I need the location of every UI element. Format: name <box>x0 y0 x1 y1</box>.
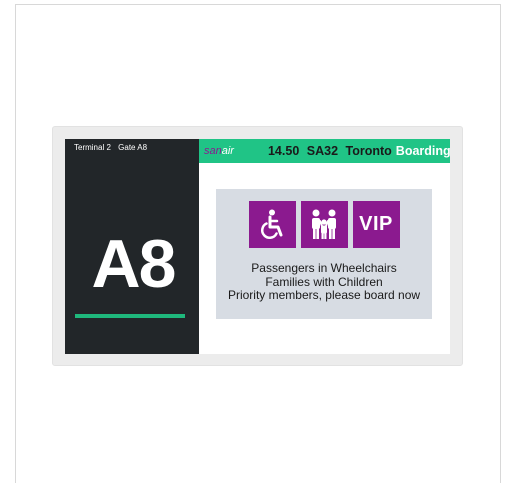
priority-icon-row: VIP <box>216 201 432 248</box>
family-icon <box>312 209 336 239</box>
gate-display-screen: Terminal 2 Gate A8 A8 sanair 14.50 SA32 … <box>65 139 451 354</box>
destination: Toronto <box>345 144 392 158</box>
wheelchair-tile <box>248 201 296 248</box>
vip-badge: VIP <box>352 201 400 248</box>
gate-panel: Terminal 2 Gate A8 A8 <box>65 139 199 354</box>
airline-logo: sanair <box>204 145 234 157</box>
flight-number: SA32 <box>306 144 339 158</box>
gate-underline <box>75 314 185 318</box>
message-line-2: Families with Children <box>265 274 383 289</box>
wheelchair-icon <box>260 209 283 239</box>
message-line-1: Passengers in Wheelchairs <box>251 261 397 275</box>
message-line-3: Priority members, please board now <box>227 288 421 302</box>
flight-header-bar: sanair 14.50 SA32 Toronto Boarding <box>199 139 451 163</box>
flight-info: 14.50 SA32 Toronto <box>268 144 392 158</box>
terminal-label: Terminal 2 <box>74 143 111 152</box>
boarding-message: Passengers in Wheelchairs Families with … <box>216 261 432 303</box>
flight-status: Boarding <box>395 144 451 158</box>
brand-air: air <box>221 145 234 157</box>
boarding-info-box: VIP Passengers in Wheelchairs Families w… <box>216 189 432 319</box>
vip-label: VIP <box>359 213 393 235</box>
brand-san: san <box>204 145 222 157</box>
departure-time: 14.50 <box>267 144 300 158</box>
gate-code: A8 <box>91 226 177 302</box>
terminal-gate-line: Terminal 2 Gate A8 <box>74 143 147 152</box>
gate-label: Gate A8 <box>118 143 148 152</box>
family-tile <box>300 201 348 248</box>
